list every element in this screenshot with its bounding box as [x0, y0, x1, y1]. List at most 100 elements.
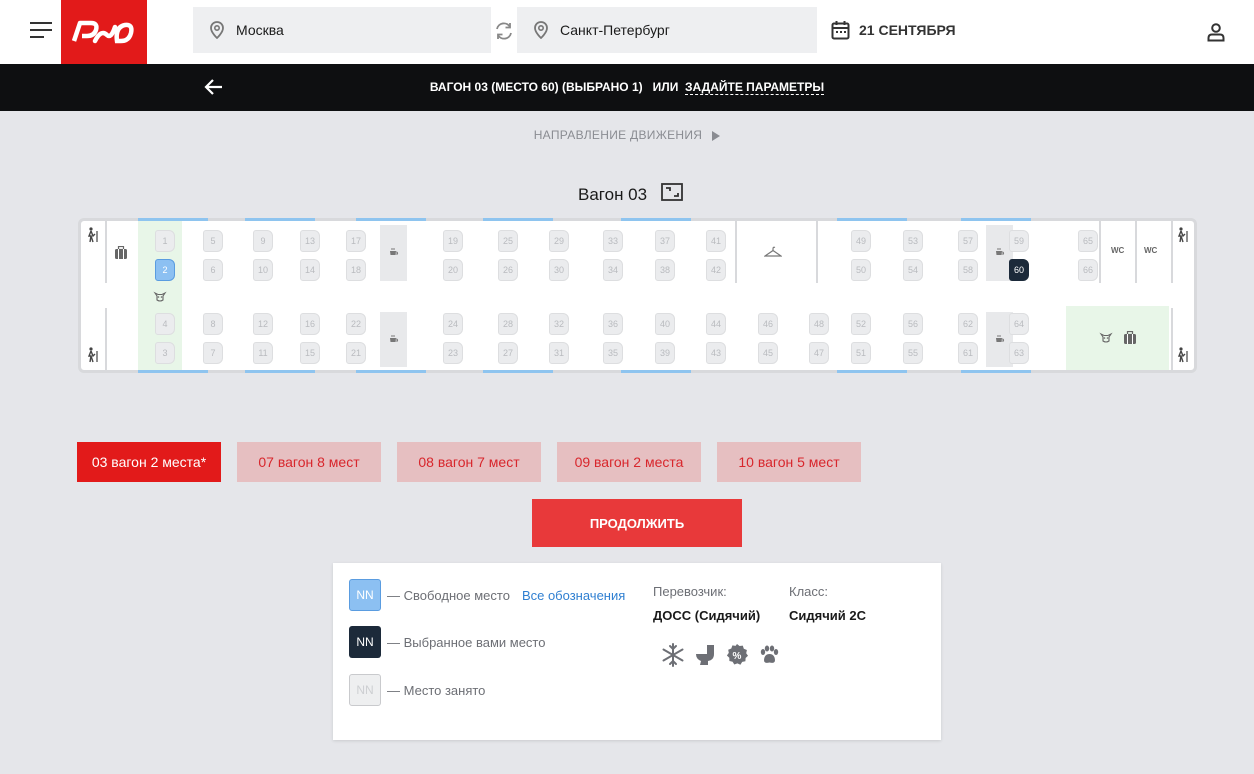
seat-38: 38 [655, 259, 675, 281]
legend-selected: NN — Выбранное вами место [349, 626, 545, 658]
seat-22: 22 [346, 313, 366, 335]
set-params-link[interactable]: ЗАДАЙТЕ ПАРАМЕТРЫ [685, 80, 825, 95]
seat-48: 48 [809, 313, 829, 335]
seat-49: 49 [851, 230, 871, 252]
seat-36: 36 [603, 313, 623, 335]
seat-7: 7 [203, 342, 223, 364]
exit-walker-icon [1175, 347, 1191, 368]
seat-56: 56 [903, 313, 923, 335]
location-pin-icon [210, 21, 224, 39]
seat-43: 43 [706, 342, 726, 364]
seat-32: 32 [549, 313, 569, 335]
date-picker[interactable]: 21 СЕНТЯБРЯ [831, 20, 956, 40]
seat-53: 53 [903, 230, 923, 252]
from-city: Москва [236, 22, 284, 38]
seat-27: 27 [498, 342, 518, 364]
partition-wall [816, 221, 818, 283]
all-legend-link[interactable]: Все обозначения [522, 588, 625, 603]
selection-bar: ВАГОН 03 (МЕСТО 60) (ВЫБРАНО 1) ИЛИ ЗАДА… [0, 64, 1254, 111]
seat-16: 16 [300, 313, 320, 335]
seat-54: 54 [903, 259, 923, 281]
pet-icon [153, 290, 167, 308]
direction-arrow-icon [712, 130, 721, 141]
wagon-title: Вагон 03 [578, 183, 684, 206]
seat-25: 25 [498, 230, 518, 252]
window-top [961, 218, 1031, 221]
to-city: Санкт-Петербург [560, 22, 670, 38]
seat-35: 35 [603, 342, 623, 364]
seat-60[interactable]: 60 [1009, 259, 1029, 281]
scheme-toggle-icon[interactable] [661, 183, 684, 206]
legend-card: NN — Свободное место Все обозначения NN … [333, 563, 941, 740]
seat-47: 47 [809, 342, 829, 364]
seat-6: 6 [203, 259, 223, 281]
calendar-icon [831, 21, 850, 40]
partition-wall [1171, 221, 1173, 283]
car-button[interactable]: 03 вагон 2 места* [77, 442, 221, 482]
from-field[interactable]: Москва [193, 7, 491, 53]
window-bottom [138, 370, 208, 373]
seat-30: 30 [549, 259, 569, 281]
seat-44: 44 [706, 313, 726, 335]
seat-57: 57 [958, 230, 978, 252]
swap-icon[interactable] [491, 18, 517, 44]
cup-icon [995, 331, 1005, 349]
partition-wall [1171, 308, 1173, 370]
window-top [483, 218, 553, 221]
user-icon[interactable] [1206, 22, 1226, 47]
seat-51: 51 [851, 342, 871, 364]
menu-icon[interactable] [30, 22, 52, 40]
seat-31: 31 [549, 342, 569, 364]
window-top [356, 218, 426, 221]
class-label: Класс: [789, 584, 828, 599]
seat-14: 14 [300, 259, 320, 281]
cup-icon [995, 244, 1005, 262]
seat-50: 50 [851, 259, 871, 281]
seat-28: 28 [498, 313, 518, 335]
continue-button[interactable]: ПРОДОЛЖИТЬ [532, 499, 742, 547]
car-button[interactable]: 08 вагон 7 мест [397, 442, 541, 482]
seat-61: 61 [958, 342, 978, 364]
seat-11: 11 [253, 342, 273, 364]
window-top [621, 218, 691, 221]
window-bottom [621, 370, 691, 373]
or-text: ИЛИ [652, 80, 679, 94]
seat-39: 39 [655, 342, 675, 364]
direction-label: НАПРАВЛЕНИЕ ДВИЖЕНИЯ [0, 128, 1254, 142]
paw-icon [757, 643, 781, 667]
rzd-logo[interactable] [61, 0, 147, 64]
seat-2[interactable]: 2 [155, 259, 175, 281]
wagon-scheme: WC WC 1 2 3 4 5 6 7 8 9 10 11 12 13 14 15 16 17 18 19 20 21 22 2… [78, 218, 1197, 373]
car-button[interactable]: 09 вагон 2 места [557, 442, 701, 482]
to-field[interactable]: Санкт-Петербург [517, 7, 817, 53]
seat-37: 37 [655, 230, 675, 252]
legend-free-box: NN [349, 579, 381, 611]
seat-24: 24 [443, 313, 463, 335]
direction-text: НАПРАВЛЕНИЕ ДВИЖЕНИЯ [533, 128, 703, 142]
wc-label: WC [1111, 246, 1125, 255]
seat-1: 1 [155, 230, 175, 252]
wagon-title-text: Вагон 03 [578, 184, 648, 204]
legend-selected-label: — Выбранное вами место [387, 634, 546, 650]
luggage-icon [1123, 330, 1137, 350]
window-bottom [245, 370, 315, 373]
table [380, 312, 407, 367]
seat-59: 59 [1009, 230, 1029, 252]
cup-icon [389, 244, 399, 262]
legend-busy: NN — Место занято [349, 674, 485, 706]
window-bottom [837, 370, 907, 373]
cup-icon [389, 331, 399, 349]
rzd-logo-mark [71, 20, 134, 44]
legend-busy-box: NN [349, 674, 381, 706]
seat-4: 4 [155, 313, 175, 335]
seat-40: 40 [655, 313, 675, 335]
car-button[interactable]: 07 вагон 8 мест [237, 442, 381, 482]
seat-34: 34 [603, 259, 623, 281]
wc-label: WC [1144, 246, 1158, 255]
seat-41: 41 [706, 230, 726, 252]
window-bottom [356, 370, 426, 373]
seat-8: 8 [203, 313, 223, 335]
window-top [837, 218, 907, 221]
partition-wall [105, 221, 107, 283]
car-button[interactable]: 10 вагон 5 мест [717, 442, 861, 482]
